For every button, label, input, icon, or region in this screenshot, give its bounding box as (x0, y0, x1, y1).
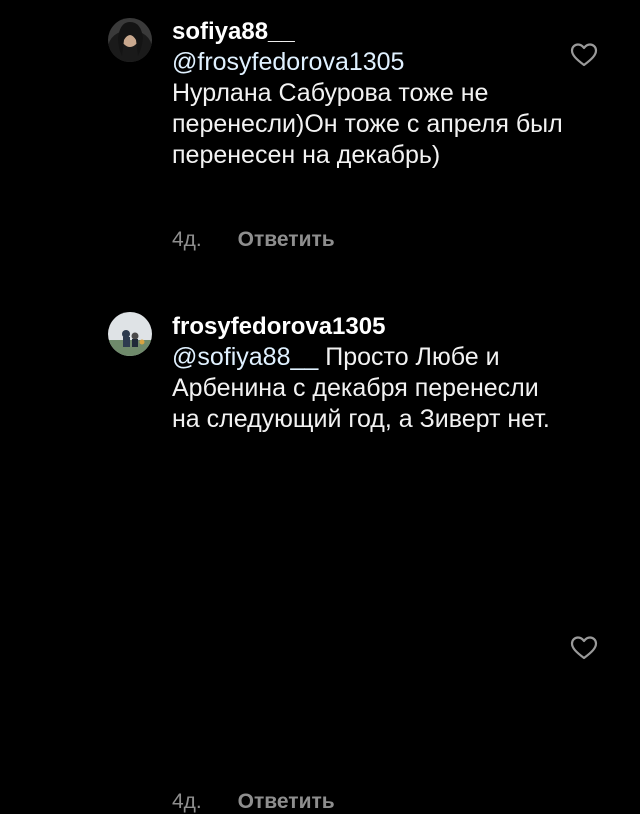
reply-button[interactable]: Ответить (238, 228, 335, 251)
mention-link[interactable]: @sofiya88__ (172, 343, 318, 371)
comment-username[interactable]: frosyfedorova1305 (172, 312, 572, 342)
comment-text: @frosyfedorova1305 Нурлана Сабурова тоже… (172, 47, 572, 171)
comment-time: 4д. (172, 790, 202, 813)
avatar-photo (108, 18, 152, 62)
avatar[interactable] (108, 312, 152, 356)
avatar-photo (108, 312, 152, 356)
reply-button[interactable]: Ответить (238, 790, 335, 813)
heart-outline-icon[interactable] (570, 42, 598, 68)
comment-time: 4д. (172, 228, 202, 251)
comment-text: @sofiya88__ Просто Любе и Арбенина с дек… (172, 342, 572, 435)
comment-body: sofiya88__ @frosyfedorova1305 Нурлана Са… (172, 17, 572, 171)
avatar[interactable] (108, 18, 152, 62)
comment-meta: 4д. Ответить (172, 228, 335, 252)
comment-username[interactable]: sofiya88__ (172, 17, 572, 47)
comment-meta: 4д. Ответить (172, 790, 335, 814)
comment-body: frosyfedorova1305 @sofiya88__ Просто Люб… (172, 312, 572, 435)
heart-outline-icon[interactable] (570, 635, 598, 661)
mention-link[interactable]: @frosyfedorova1305 (172, 48, 404, 76)
comment-message: Нурлана Сабурова тоже не перенесли)Он то… (172, 79, 563, 169)
